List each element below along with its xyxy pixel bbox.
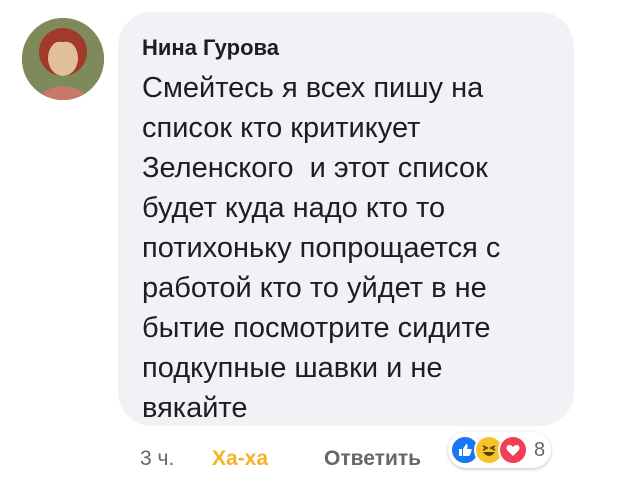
reactions-summary[interactable]: 8 [448,432,552,468]
comment-actions: 3 ч. Ха-ха Ответить [140,444,421,474]
author-name[interactable]: Нина Гурова [142,34,548,62]
avatar[interactable] [22,18,104,100]
timestamp[interactable]: 3 ч. [140,447,212,471]
love-icon [498,435,528,465]
profile-photo [22,18,104,100]
comment-bubble: Нина Гурова Смейтесь я всех пишу на спис… [118,12,574,426]
reply-button[interactable]: Ответить [324,447,421,471]
haha-reaction-button[interactable]: Ха-ха [212,447,324,471]
reaction-count: 8 [534,438,546,461]
comment-text: Смейтесь я всех пишу на список кто крити… [142,72,501,424]
